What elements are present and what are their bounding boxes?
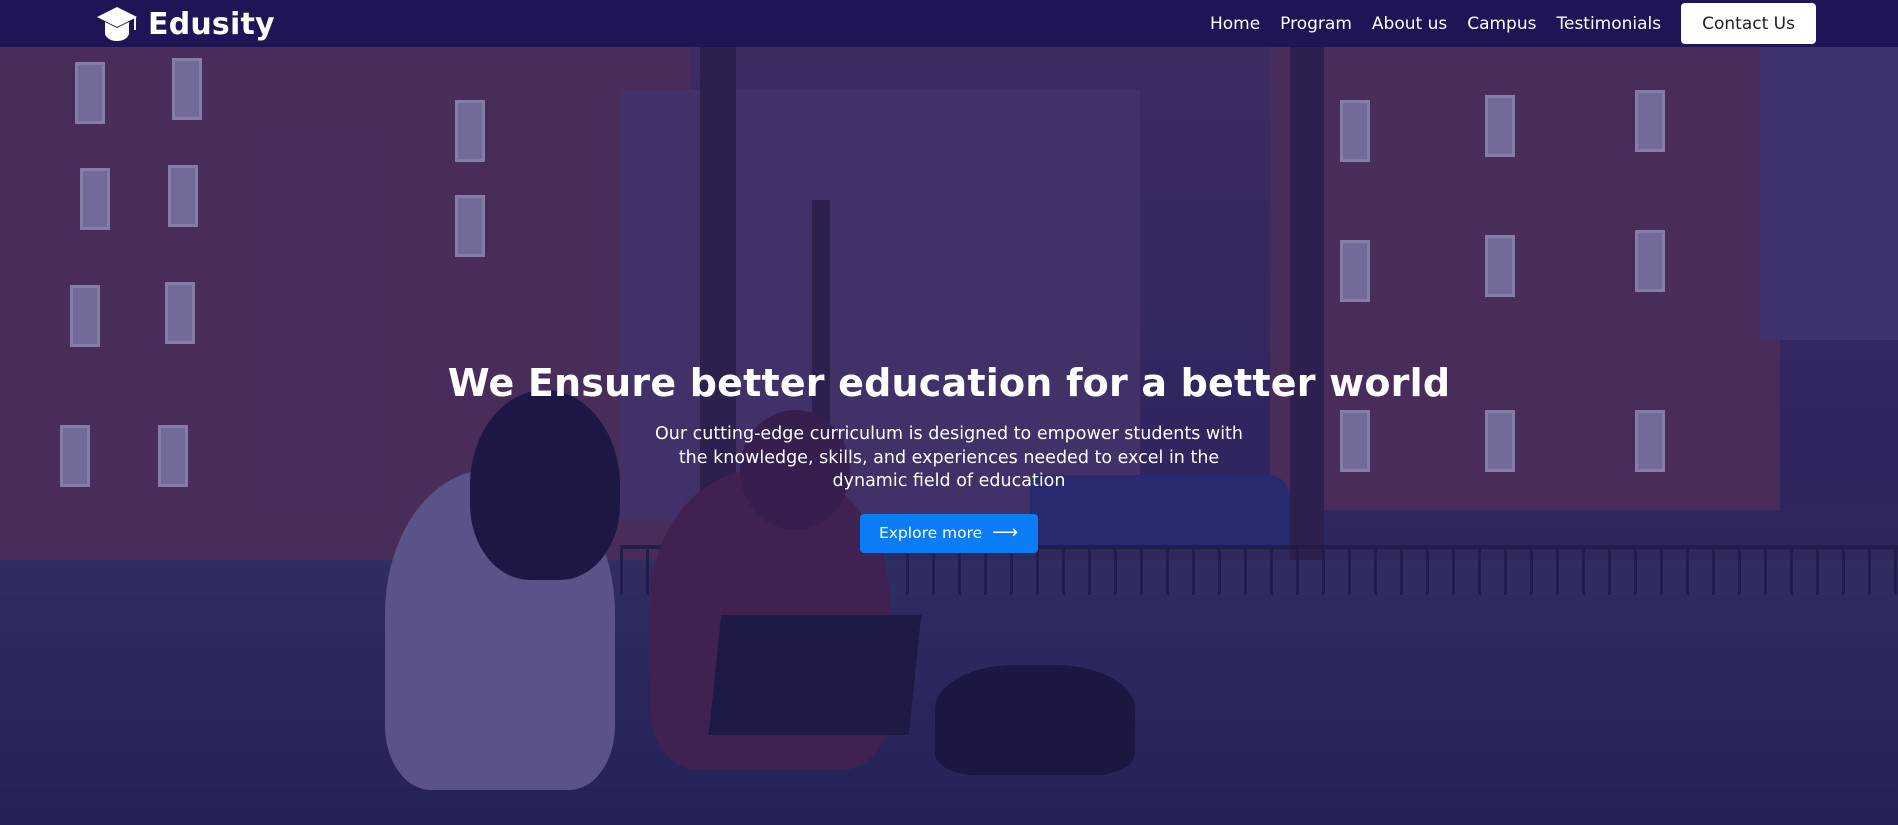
explore-more-button[interactable]: Explore more ⟶ [859,513,1039,553]
hero-section: Edusity Home Program About us Campus Tes… [0,0,1898,825]
graduation-cap-icon [97,7,137,41]
contact-us-button[interactable]: Contact Us [1681,3,1816,44]
logo[interactable]: Edusity [96,4,275,44]
hero-content: We Ensure better education for a better … [0,358,1898,553]
nav-item-campus[interactable]: Campus [1467,14,1536,34]
arrow-right-icon: ⟶ [992,522,1019,543]
nav-item-about-us[interactable]: About us [1372,14,1447,34]
explore-more-label: Explore more [878,524,983,542]
hero-title: We Ensure better education for a better … [447,361,1451,405]
navbar: Edusity Home Program About us Campus Tes… [0,0,1898,47]
nav-item-home[interactable]: Home [1210,14,1260,34]
nav-item-program[interactable]: Program [1280,14,1352,34]
brand-name: Edusity [148,6,275,42]
hero-subtitle: Our cutting-edge curriculum is designed … [654,424,1244,491]
nav-menu: Home Program About us Campus Testimonial… [1190,0,1816,47]
nav-item-testimonials[interactable]: Testimonials [1556,14,1661,34]
